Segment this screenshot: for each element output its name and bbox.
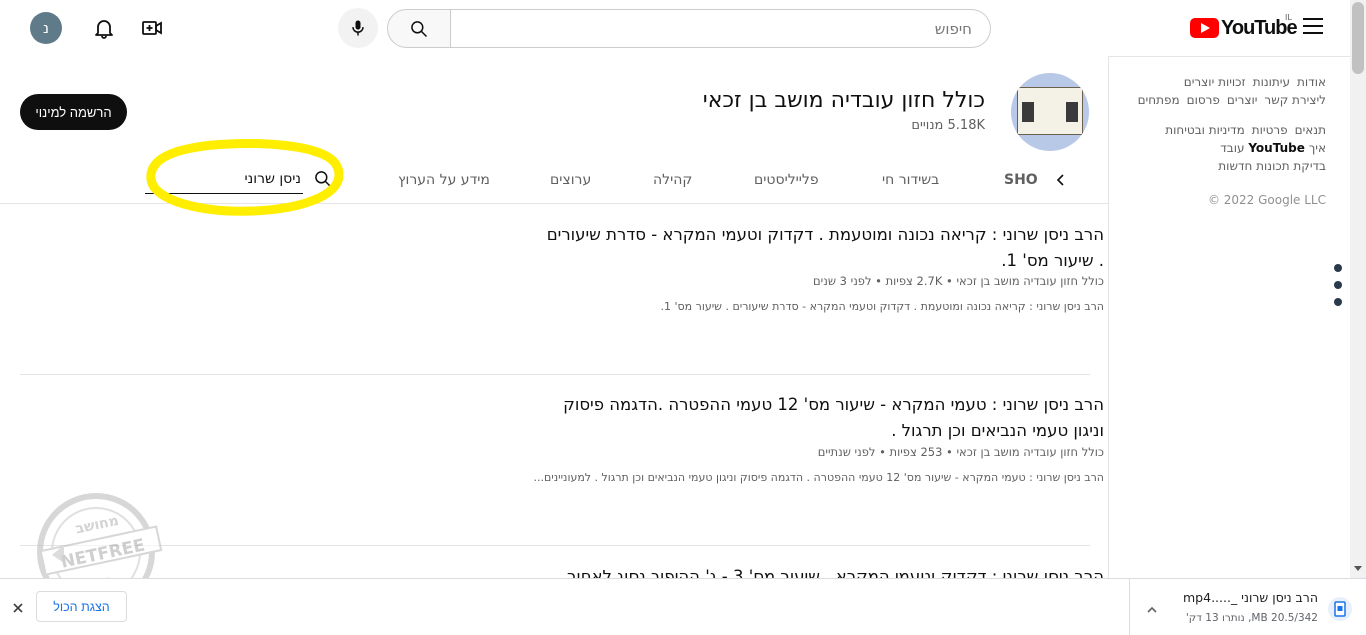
footer-link-copyright[interactable]: זכויות יוצרים [1184, 75, 1246, 89]
copyright: © 2022 Google LLC [1207, 193, 1326, 207]
tab-community[interactable]: קהילה [653, 172, 692, 188]
footer-link-contact[interactable]: ליצירת קשר [1264, 93, 1326, 107]
result-description: הרב ניסן שרוני : קריאה נכונה ומוטעמת . ד… [660, 300, 1105, 313]
top-bar: YouTube IL נ [0, 0, 1350, 56]
footer-link-about[interactable]: אודות [1297, 75, 1326, 89]
search-icon [411, 20, 428, 37]
scroll-down-arrow-icon[interactable] [1354, 566, 1362, 571]
download-item[interactable]: הרב ניסן שרוני _.....mp4 20.5/342 MB, נו… [1129, 579, 1366, 635]
footer-links-secondary: תנאים פרטיות מדיניות ובטיחות איךYouTube עו… [1116, 121, 1326, 175]
result-title[interactable]: הרב ניסן שרוני : דקדוק וטעמי המקרא . שיע… [544, 564, 1104, 578]
footer-row-4: איךYouTube עובד [1116, 139, 1326, 157]
dot-indicator[interactable] [1334, 298, 1342, 306]
result-divider [20, 545, 1090, 546]
tab-playlists[interactable]: פלייליסטים [754, 172, 819, 188]
footer-link-test-features[interactable]: בדיקת תכונות חדשות [1218, 159, 1326, 173]
result-meta: כולל חזון עובדיה מושב בן זכאי • 253 צפיו… [817, 445, 1104, 459]
download-bar: הרב ניסן שרוני _.....mp4 20.5/342 MB, נו… [0, 578, 1366, 635]
download-status: 20.5/342 MB, נותרו 13 דק' [1185, 612, 1318, 624]
search-button[interactable] [387, 9, 451, 48]
watermark-middle: NETFREE [59, 535, 147, 572]
menu-icon[interactable] [1303, 18, 1323, 34]
chevron-up-icon[interactable] [1146, 601, 1158, 613]
footer-link-creators[interactable]: יוצרים [1227, 93, 1258, 107]
result-meta: כולל חזון עובדיה מושב בן זכאי • 2.7K צפי… [813, 274, 1104, 288]
footer-links-primary: אודות עיתונות זכויות יוצרים ליצירת קשר יוצר… [1116, 73, 1326, 109]
show-all-downloads-button[interactable]: הצגת הכול [36, 591, 127, 622]
search-box [450, 9, 991, 48]
footer-link-policy[interactable]: מדיניות ובטיחות [1165, 123, 1245, 137]
result-title[interactable]: הרב ניסן שרוני : טעמי המקרא - שיעור מס' … [544, 392, 1104, 444]
scrollbar-thumb[interactable] [1352, 2, 1364, 74]
footer-row-5: בדיקת תכונות חדשות [1116, 157, 1326, 175]
page-scrollbar[interactable] [1350, 0, 1366, 578]
search-icon[interactable] [313, 169, 333, 189]
watermark-top: מחושב [74, 513, 120, 538]
file-icon [1328, 597, 1352, 621]
result-description: הרב ניסן שרוני : טעמי המקרא - שיעור מס' … [533, 471, 1104, 484]
footer-link-press[interactable]: עיתונות [1253, 75, 1290, 89]
tab-shorts[interactable]: SHO [1004, 172, 1038, 188]
footer-row-3: תנאים פרטיות מדיניות ובטיחות [1116, 121, 1326, 139]
channel-avatar[interactable] [1011, 73, 1089, 151]
download-file-name: הרב ניסן שרוני _.....mp4 [1183, 590, 1318, 605]
footer-link-privacy[interactable]: פרטיות [1252, 123, 1288, 137]
video-plus-icon [142, 21, 162, 35]
how-works-suffix: עובד [1220, 141, 1245, 155]
footer-link-terms[interactable]: תנאים [1295, 123, 1326, 137]
how-works-brand: YouTube [1248, 141, 1305, 155]
chevron-right-icon[interactable] [1054, 172, 1068, 188]
channel-search[interactable]: ניסן שרוני [145, 165, 337, 195]
dot-indicator[interactable] [1334, 264, 1342, 272]
subscriber-count: 5.18K מנויים [911, 118, 985, 133]
result-divider [20, 374, 1090, 375]
create-video-button[interactable] [140, 16, 164, 40]
result-title[interactable]: הרב ניסן שרוני : קריאה נכונה ומוטעמת . ד… [544, 222, 1104, 274]
tab-about[interactable]: מידע על הערוץ [398, 172, 490, 188]
search-input[interactable] [450, 10, 990, 47]
bell-icon [95, 20, 113, 39]
tab-live[interactable]: בשידור חי [882, 172, 939, 188]
how-works-prefix: איך [1308, 141, 1326, 155]
guide-sidebar: אודות עיתונות זכויות יוצרים ליצירת קשר יוצר… [1108, 56, 1350, 578]
result-title-text: הרב ניסן שרוני : דקדוק וטעמי המקרא . שיע… [566, 567, 1104, 578]
footer-link-developers[interactable]: מפתחים [1138, 93, 1180, 107]
close-icon[interactable] [11, 600, 25, 614]
play-logo-icon [1190, 18, 1219, 38]
footer-link-how-works[interactable]: איךYouTube עובד [1220, 141, 1326, 155]
footer-row-2: ליצירת קשר יוצרים פרסום מפתחים [1116, 91, 1326, 109]
channel-search-underline [145, 193, 303, 194]
footer-row-1: אודות עיתונות זכויות יוצרים [1116, 73, 1326, 91]
footer-link-advertise[interactable]: פרסום [1187, 93, 1220, 107]
carousel-dots [1334, 264, 1342, 315]
channel-title: כולל חזון עובדיה מושב בן זכאי [702, 88, 985, 113]
channel-avatar-poster [1017, 87, 1083, 135]
tab-channels[interactable]: ערוצים [550, 172, 591, 188]
microphone-icon [352, 20, 364, 36]
channel-search-query[interactable]: ניסן שרוני [245, 171, 301, 187]
voice-search-button[interactable] [338, 8, 378, 48]
youtube-logo[interactable]: YouTube [1190, 15, 1298, 41]
dot-indicator[interactable] [1334, 281, 1342, 289]
subscribe-button[interactable]: הרשמה למינוי [20, 94, 127, 130]
account-avatar[interactable]: נ [30, 12, 62, 44]
notifications-button[interactable] [92, 16, 116, 40]
country-code: IL [1285, 13, 1292, 22]
